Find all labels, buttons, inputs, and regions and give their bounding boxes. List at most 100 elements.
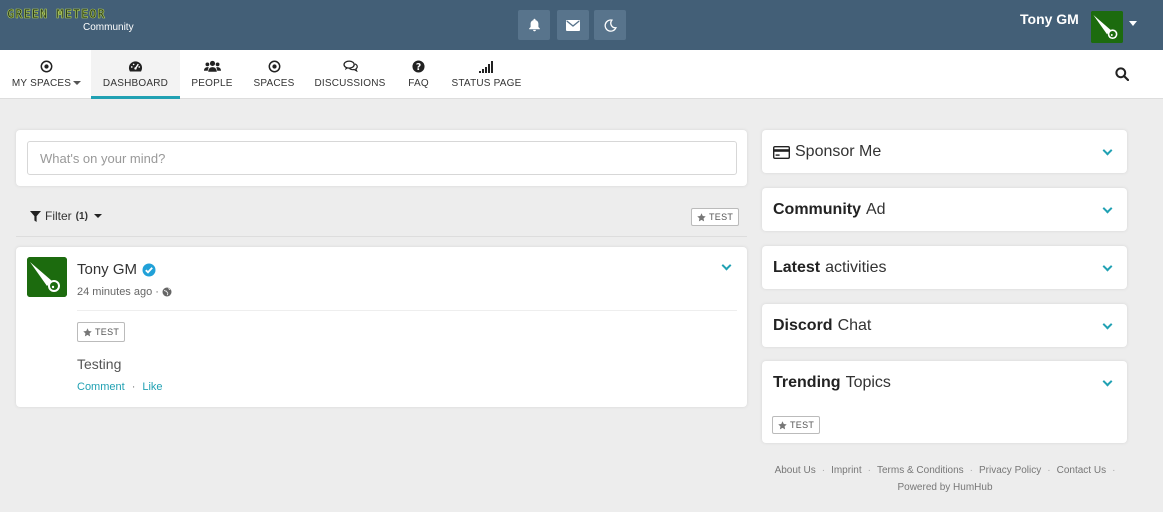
panel-title-bold: Latest <box>773 259 821 276</box>
nav-my-spaces[interactable]: MY SPACES <box>9 50 84 99</box>
nav-label: FAQ <box>408 78 429 89</box>
globe-icon <box>162 287 172 297</box>
like-link[interactable]: Like <box>142 381 162 393</box>
moon-icon <box>604 18 617 32</box>
meteor-icon <box>1091 11 1123 43</box>
caret-down-icon <box>73 81 82 86</box>
nav-status-page[interactable]: STATUS PAGE <box>447 50 526 99</box>
nav-discussions[interactable]: DISCUSSIONS <box>311 50 389 99</box>
footer: About Us · Imprint · Terms & Conditions … <box>762 462 1128 496</box>
footer-separator: · <box>1112 465 1116 476</box>
footer-link-imprint[interactable]: Imprint <box>831 462 862 479</box>
panel-title: Latest activities <box>773 259 886 277</box>
tachometer-icon <box>128 61 143 72</box>
chevron-down-icon[interactable] <box>1102 261 1113 272</box>
user-avatar[interactable] <box>1091 11 1123 43</box>
action-separator: · <box>131 381 136 393</box>
filter-divider <box>16 236 747 237</box>
target-icon <box>40 60 53 72</box>
nav-dashboard[interactable]: DASHBOARD <box>91 50 180 99</box>
nav-people[interactable]: PEOPLE <box>185 50 239 99</box>
footer-separator: · <box>969 465 974 476</box>
filter-topic-tag[interactable]: TEST <box>691 208 740 226</box>
post-time[interactable]: 24 minutes ago <box>77 286 152 298</box>
panel-title-bold: Discord <box>773 317 833 334</box>
user-name[interactable]: Tony GM <box>1020 11 1079 27</box>
panel-latest-activities[interactable]: Latest activities <box>762 246 1127 289</box>
bell-icon <box>528 18 540 32</box>
chevron-down-icon[interactable] <box>1102 376 1113 387</box>
post-input[interactable]: What's on your mind? <box>27 141 737 175</box>
svg-text:?: ? <box>416 61 421 72</box>
chevron-down-icon[interactable] <box>1102 319 1113 330</box>
dark-mode-button[interactable] <box>594 10 626 40</box>
footer-separator: · <box>821 465 826 476</box>
footer-link-terms[interactable]: Terms & Conditions <box>877 462 964 479</box>
verified-badge-icon <box>142 263 156 276</box>
panel-discord-chat[interactable]: Discord Chat <box>762 304 1127 347</box>
panel-title: Trending Topics <box>773 374 891 392</box>
filter-icon <box>30 210 41 222</box>
users-icon <box>203 60 221 72</box>
nav-label: STATUS PAGE <box>451 78 522 89</box>
footer-link-privacy[interactable]: Privacy Policy <box>979 462 1041 479</box>
logo-subtitle: Community <box>83 22 134 33</box>
signal-icon <box>479 60 493 73</box>
main-nav: MY SPACES DASHBOARD PEOPLE SPACES DISCUS… <box>0 50 1163 99</box>
messages-button[interactable] <box>557 10 589 40</box>
nav-label: DASHBOARD <box>102 78 169 89</box>
powered-by[interactable]: Powered by HumHub <box>762 479 1128 496</box>
post-meta: 24 minutes ago · <box>77 286 172 298</box>
search-icon <box>1115 67 1130 82</box>
nav-label: PEOPLE <box>191 78 233 89</box>
trending-topic-tag[interactable]: TEST <box>772 416 821 434</box>
panel-title-text: Sponsor Me <box>795 143 882 160</box>
panel-sponsor-me[interactable]: Sponsor Me <box>762 130 1127 173</box>
panel-title-bold: Trending <box>773 374 841 391</box>
footer-separator: · <box>1047 465 1051 476</box>
star-icon <box>83 327 92 336</box>
post-author-avatar[interactable] <box>27 257 67 297</box>
comments-icon <box>342 60 358 72</box>
brand-logo[interactable]: GREEN METEOR Community <box>7 7 147 41</box>
panel-title-text: Chat <box>837 317 872 334</box>
post-author-name: Tony GM <box>77 261 138 278</box>
target-icon <box>268 60 280 72</box>
filter-dropdown[interactable]: Filter (1) <box>30 209 102 223</box>
filter-label: Filter <box>45 209 72 223</box>
nav-spaces[interactable]: SPACES <box>248 50 300 99</box>
panel-trending-topics[interactable]: Trending Topics TEST <box>762 361 1127 443</box>
caret-down-icon <box>93 214 102 218</box>
tag-label: TEST <box>95 327 120 337</box>
post-topic-tag[interactable]: TEST <box>77 322 126 342</box>
footer-separator: · <box>867 465 871 476</box>
nav-label: MY SPACES <box>11 78 72 89</box>
nav-faq[interactable]: ? FAQ <box>401 50 436 99</box>
panel-community-ad[interactable]: Community Ad <box>762 188 1127 231</box>
meteor-icon <box>27 257 67 297</box>
search-button[interactable] <box>1115 67 1130 86</box>
top-bar: GREEN METEOR Community Tony GM <box>0 0 1163 50</box>
chevron-down-icon[interactable] <box>1102 145 1113 156</box>
panel-title: Community Ad <box>773 201 886 219</box>
notifications-button[interactable] <box>518 10 550 40</box>
panel-title: Sponsor Me <box>773 143 881 161</box>
nav-label: SPACES <box>253 78 295 89</box>
footer-link-contact[interactable]: Contact Us <box>1057 462 1106 479</box>
tag-label: TEST <box>790 420 815 430</box>
chevron-down-icon[interactable] <box>1102 203 1113 214</box>
panel-title-text: Topics <box>845 374 891 391</box>
star-icon <box>697 212 706 221</box>
nav-label: DISCUSSIONS <box>314 78 386 89</box>
comment-link[interactable]: Comment <box>77 381 125 393</box>
credit-card-icon <box>773 145 790 159</box>
panel-title-text: activities <box>825 259 887 276</box>
envelope-icon <box>566 19 580 31</box>
logo-wordmark: GREEN METEOR <box>7 7 106 22</box>
panel-title-text: Ad <box>866 201 886 218</box>
panel-title-bold: Community <box>773 201 861 218</box>
footer-link-about[interactable]: About Us <box>775 462 816 479</box>
post-divider <box>77 310 737 311</box>
post-author[interactable]: Tony GM <box>77 261 156 278</box>
user-menu-caret-icon[interactable] <box>1129 21 1137 26</box>
